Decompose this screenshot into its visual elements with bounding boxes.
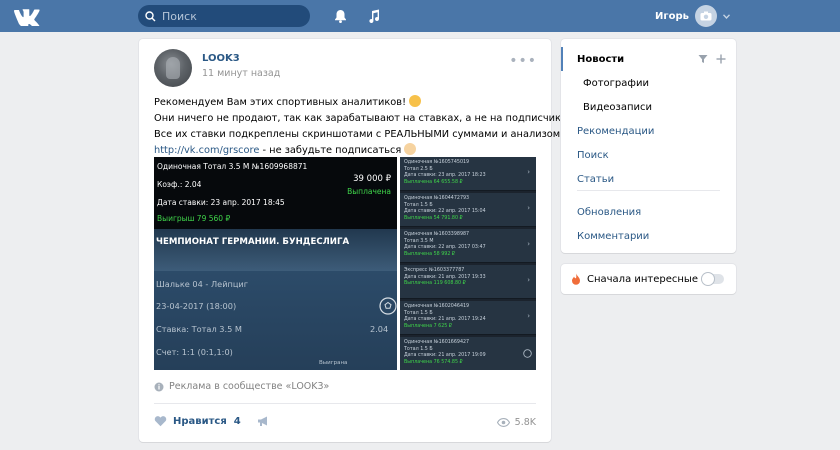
menu-divider: [577, 190, 720, 191]
match-result: Выиграна: [319, 360, 348, 366]
bet-coef: Коэф.: 2.04: [157, 180, 202, 189]
bet-win: Выигрыш 79 560 ₽: [157, 214, 231, 223]
post-divider: [154, 403, 536, 404]
user-menu[interactable]: Игорь: [655, 0, 730, 32]
bet-card[interactable]: Одиночная №1605745019 Тотал 2.5 Б Дата с…: [400, 157, 536, 191]
bet-status: Выплачена: [347, 187, 391, 196]
bet-summary: Одиночная Тотал 3.5 М №1609968871 39 000…: [154, 157, 397, 229]
more-options-icon[interactable]: •••: [509, 53, 537, 69]
league-title: ЧЕМПИОНАТ ГЕРМАНИИ. БУНДЕСЛИГА: [154, 229, 397, 271]
news-menu: Новости Фотографии Видеозаписи Рекоменда…: [561, 39, 736, 253]
chevron-right-icon: ›: [527, 168, 530, 176]
match-date: 23-04-2017 (18:00): [156, 301, 237, 311]
post-author-link[interactable]: LOOK3: [202, 53, 240, 64]
menu-item-label: Обновления: [577, 206, 642, 218]
menu-item-videos[interactable]: Видеозаписи: [561, 95, 736, 119]
views-count: 5.8K: [514, 417, 536, 428]
bet-card-payout: Выплачена 7 625 ₽: [404, 323, 452, 329]
plus-icon[interactable]: [716, 54, 726, 64]
menu-item-label: Новости: [577, 53, 625, 65]
menu-item-updates[interactable]: Обновления: [561, 200, 736, 224]
vk-logo-icon[interactable]: [12, 6, 42, 26]
heart-icon[interactable]: [154, 415, 167, 427]
match-stake: Ставка: Тотал 3.5 М: [156, 324, 242, 334]
bet-card[interactable]: Одиночная №1601669427 Тотал 1.5 Б Дата с…: [400, 337, 536, 370]
menu-item-label: Поиск: [577, 149, 609, 161]
post-line-2: Они ничего не продают, так как зарабатыв…: [154, 113, 573, 124]
user-avatar: [695, 5, 717, 27]
clapping-emoji-icon: [409, 95, 421, 107]
menu-item-photos[interactable]: Фотографии: [561, 71, 736, 95]
news-post: LOOK3 11 минут назад ••• Рекомендуем Вам…: [139, 39, 588, 442]
menu-item-articles[interactable]: Статьи: [561, 167, 736, 191]
menu-item-label: Фотографии: [583, 77, 649, 89]
top-bar: Игорь: [0, 0, 840, 32]
music-note-icon[interactable]: [365, 7, 383, 25]
bet-date: Дата ставки: 23 апр. 2017 18:45: [157, 198, 285, 207]
victory-hand-emoji-icon: [404, 143, 417, 155]
ad-text: Реклама в сообществе «LOOK3»: [169, 381, 330, 392]
soccer-ball-icon: [523, 349, 532, 358]
post-external-link[interactable]: http://vk.com/grscore: [154, 145, 259, 156]
menu-item-label: Статьи: [577, 173, 615, 185]
interesting-first-toggle[interactable]: [702, 273, 724, 285]
post-link-suffix: - не забудьте подписаться: [259, 145, 402, 156]
chevron-right-icon: ›: [527, 204, 530, 212]
like-button[interactable]: Нравится 4: [173, 416, 241, 427]
share-megaphone-icon[interactable]: [257, 415, 270, 427]
post-text: Рекомендуем Вам этих спортивных аналитик…: [154, 95, 588, 159]
chevron-right-icon: ›: [527, 312, 530, 320]
flame-icon: [572, 273, 580, 285]
bet-card-payout: Выплачена 58 992 ₽: [404, 251, 455, 257]
match-teams: Шальке 04 - Лейпциг: [156, 279, 249, 289]
community-avatar[interactable]: [154, 49, 192, 87]
bet-amount: 39 000 ₽: [353, 174, 391, 184]
notifications-bell-icon[interactable]: [331, 7, 349, 25]
chevron-down-icon: [723, 13, 730, 19]
bet-card[interactable]: Экспресс №1603377787 Дата ставки: 21 апр…: [400, 265, 536, 299]
like-count: 4: [233, 415, 241, 427]
post-line-3: Все их ставки подкреплены скриншотами с …: [154, 129, 561, 140]
match-stake-coef: 2.04: [370, 324, 389, 334]
bet-card[interactable]: Одиночная №1604472793 Тотал 1.5 Б Дата с…: [400, 193, 536, 227]
bet-card[interactable]: Одиночная №1602046419 Тотал 1.5 Б Дата с…: [400, 301, 536, 335]
chevron-right-icon: ›: [527, 276, 530, 284]
views-counter: 5.8K: [496, 417, 536, 428]
menu-item-search[interactable]: Поиск: [561, 143, 736, 167]
menu-item-label: Видеозаписи: [583, 101, 653, 113]
menu-item-comments[interactable]: Комментарии: [561, 224, 736, 248]
match-details: Шальке 04 - Лейпциг 23-04-2017 (18:00) С…: [154, 271, 397, 370]
soccer-ball-icon: [379, 297, 397, 315]
like-label: Нравится: [173, 415, 227, 427]
bet-card-payout: Выплачена 76 574.85 ₽: [404, 359, 463, 365]
search-icon: [145, 10, 156, 21]
menu-item-label: Рекомендации: [577, 125, 655, 137]
user-name: Игорь: [655, 10, 689, 22]
search-box[interactable]: [138, 5, 310, 27]
chevron-right-icon: ›: [527, 240, 530, 248]
menu-item-recommendations[interactable]: Рекомендации: [561, 119, 736, 143]
bet-card[interactable]: Одиночная №1603398987 Тотал 3.5 М Дата с…: [400, 229, 536, 263]
menu-item-label: Комментарии: [577, 230, 650, 242]
post-actions: Нравится 4: [154, 415, 270, 427]
filter-label: Сначала интересные: [587, 273, 698, 285]
match-score: Счет: 1:1 (0:1,1:0): [156, 347, 233, 357]
info-circle-icon: [154, 382, 164, 391]
post-photo-side[interactable]: Одиночная №1605745019 Тотал 2.5 Б Дата с…: [400, 157, 536, 370]
eye-icon: [496, 418, 510, 427]
bet-title: Одиночная Тотал 3.5 М №1609968871: [157, 162, 308, 171]
post-photo-main[interactable]: Одиночная Тотал 3.5 М №1609968871 39 000…: [154, 157, 397, 370]
search-input[interactable]: [156, 9, 296, 23]
bet-card-payout: Выплачена 64 655.58 ₽: [404, 179, 463, 185]
ad-label[interactable]: Реклама в сообществе «LOOK3»: [154, 381, 329, 392]
menu-tools: [698, 54, 726, 64]
bet-card-payout: Выплачена 119 608.80 ₽: [404, 281, 466, 286]
post-line-1: Рекомендуем Вам этих спортивных аналитик…: [154, 97, 406, 108]
filter-icon[interactable]: [698, 54, 708, 64]
interesting-first-filter: Сначала интересные: [561, 264, 736, 294]
bet-card-payout: Выплачена 54 791.80 ₽: [404, 215, 463, 221]
camera-icon: [700, 11, 712, 21]
post-time[interactable]: 11 минут назад: [202, 68, 280, 79]
